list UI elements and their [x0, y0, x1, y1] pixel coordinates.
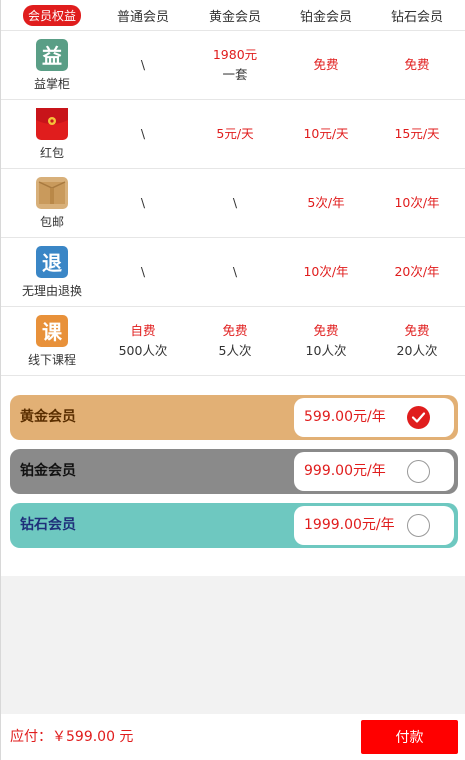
- benefit-label: 无理由退换: [21, 283, 82, 298]
- benefit-value-detail: 5人次: [218, 343, 252, 358]
- benefits-pill: 会员权益: [22, 5, 81, 26]
- benefit-row: 益益掌柜 \ 1980元一套 免费 免费: [0, 31, 465, 100]
- plan-option[interactable]: 黄金会员 599.00元/年: [10, 395, 458, 440]
- package-box-icon: [36, 176, 68, 209]
- plan-option[interactable]: 铂金会员 999.00元/年: [10, 449, 458, 494]
- benefit-value-cell: 免费: [285, 31, 367, 99]
- header-tier-regular: 普通会员: [116, 10, 169, 25]
- plan-price: 999.00元/年: [304, 463, 386, 479]
- benefit-row: 包邮 \ \ 5次/年 10次/年: [0, 169, 465, 238]
- benefit-feature: 红包: [0, 100, 104, 168]
- course-icon: 课: [36, 314, 68, 347]
- benefit-feature: 退无理由退换: [0, 238, 104, 306]
- plan-price: 599.00元/年: [304, 409, 386, 425]
- membership-page: 会员权益 普通会员 黄金会员 铂金会员 钻石会员 益益掌柜 \ 1980元 一套 免费免…: [0, 0, 465, 760]
- plan-price-box: 1999.00元/年: [294, 506, 454, 545]
- benefit-feature: 课线下课程: [0, 307, 104, 375]
- benefit-value-cell: 1980元一套: [195, 31, 275, 99]
- checkout-bar: 应付：￥599.00 元 付款: [0, 714, 465, 760]
- benefit-value-cell: \: [104, 100, 182, 168]
- checked-radio-icon[interactable]: [407, 406, 430, 429]
- benefit-value: \: [140, 195, 146, 210]
- return-icon: 退: [36, 245, 68, 278]
- plan-selector: 黄金会员 599.00元/年铂金会员 999.00元/年钻石会员 1999.00元/年: [0, 376, 465, 576]
- benefit-value-cell: 5元/天: [195, 100, 275, 168]
- benefits-table: 益益掌柜 \ 1980元 一套 免费 免费 红包 \ 5元/天 10元/天 15元/天 包邮 \ \ 5次/…: [0, 31, 465, 376]
- benefit-value: 20次/年: [394, 264, 440, 279]
- benefit-value-cell: \: [195, 169, 275, 237]
- plan-name: 铂金会员: [20, 463, 76, 479]
- plan-price: 1999.00元/年: [304, 517, 395, 533]
- benefit-feature: 包邮: [0, 169, 104, 237]
- radio-icon[interactable]: [407, 514, 430, 537]
- benefit-value: 5元/天: [216, 126, 254, 141]
- benefit-value-cell: 免费 10人次: [285, 307, 367, 375]
- benefit-value-detail: 一套: [222, 67, 248, 82]
- header-tier-platinum: 铂金会员: [299, 10, 352, 25]
- yi-icon: 益: [36, 38, 68, 71]
- header-benefits-cell: 会员权益: [0, 0, 104, 31]
- header-tier-diamond: 钻石会员: [390, 10, 443, 25]
- benefit-value-cell: 10元/天: [285, 100, 367, 168]
- benefit-value: 免费: [404, 57, 430, 72]
- benefit-label: 益掌柜: [33, 76, 70, 91]
- benefit-row: 退无理由退换 \ \ 10次/年 20次/年: [0, 238, 465, 307]
- plan-name: 钻石会员: [20, 517, 76, 533]
- plan-name: 黄金会员: [20, 409, 76, 425]
- red-envelope-icon: [36, 107, 68, 140]
- benefit-value-detail: 500人次: [118, 343, 168, 358]
- radio-icon[interactable]: [407, 460, 430, 483]
- benefit-value: 免费: [404, 323, 430, 338]
- benefit-value-cell: 免费 20人次: [376, 307, 458, 375]
- benefit-value: \: [232, 264, 238, 279]
- benefit-feature: 益益掌柜: [0, 31, 104, 99]
- benefit-value: 10次/年: [394, 195, 440, 210]
- benefit-value-cell: \: [104, 238, 182, 306]
- benefit-value-cell: 免费: [376, 31, 458, 99]
- benefit-value-cell: 20次/年: [376, 238, 458, 306]
- benefit-value-cell: 10次/年: [285, 238, 367, 306]
- benefit-value-cell: \: [104, 169, 182, 237]
- benefit-value: 10次/年: [303, 264, 349, 279]
- benefit-value: \: [232, 195, 238, 210]
- benefit-label: 线下课程: [27, 352, 76, 367]
- left-divider: [0, 0, 1, 760]
- benefit-value-cell: 5次/年: [285, 169, 367, 237]
- benefit-value-cell: 自费 500人次: [104, 307, 182, 375]
- total-amount: 应付：￥599.00 元: [10, 729, 134, 745]
- pay-button[interactable]: 付款: [361, 720, 458, 754]
- benefit-value: 10元/天: [303, 126, 349, 141]
- benefit-value: 自费: [130, 323, 156, 338]
- benefit-value-cell: \: [104, 31, 182, 99]
- benefit-value: \: [140, 264, 146, 279]
- benefit-value-detail: 20人次: [396, 343, 438, 358]
- benefit-value-cell: 15元/天: [376, 100, 458, 168]
- benefit-value-cell: \: [195, 238, 275, 306]
- benefit-value: 15元/天: [394, 126, 440, 141]
- plan-option[interactable]: 钻石会员 1999.00元/年: [10, 503, 458, 548]
- benefit-value: \: [140, 126, 146, 141]
- benefit-value: \: [140, 57, 146, 72]
- benefit-value-detail: 10人次: [305, 343, 347, 358]
- benefit-row: 红包 \ 5元/天 10元/天 15元/天: [0, 100, 465, 169]
- header-tier-gold: 黄金会员: [208, 10, 261, 25]
- benefit-label: 红包: [39, 145, 64, 160]
- benefit-label: 包邮: [39, 214, 64, 229]
- benefit-value: 免费: [222, 323, 248, 338]
- plan-price-box: 999.00元/年: [294, 452, 454, 491]
- benefit-value: 1980元: [212, 47, 258, 62]
- benefit-row: 课线下课程 自费 500人次 免费 5人次 免费 10人次 免费 20人次: [0, 307, 465, 376]
- benefit-value: 免费: [313, 57, 339, 72]
- benefit-value-cell: 免费 5人次: [195, 307, 275, 375]
- plan-price-box: 599.00元/年: [294, 398, 454, 437]
- benefit-value: 免费: [313, 323, 339, 338]
- benefit-value: 5次/年: [307, 195, 345, 210]
- benefit-value-cell: 10次/年: [376, 169, 458, 237]
- benefits-header: 会员权益 普通会员 黄金会员 铂金会员 钻石会员: [0, 0, 465, 31]
